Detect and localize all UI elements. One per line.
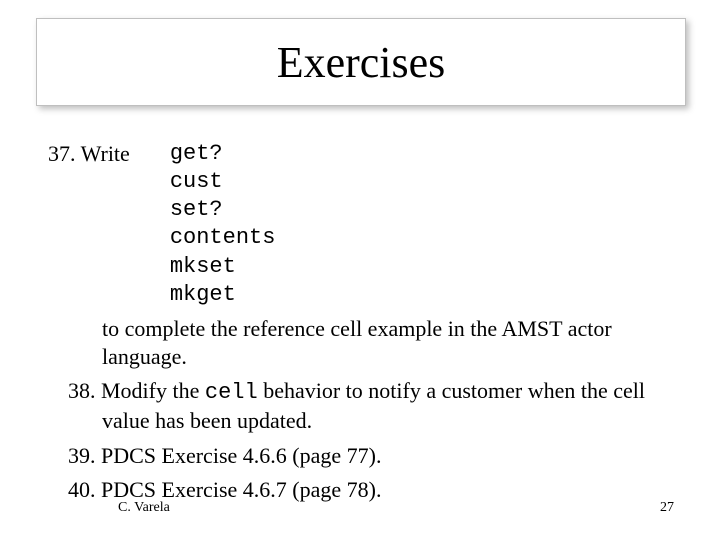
exercise-39: 39. PDCS Exercise 4.6.6 (page 77). [48,442,672,470]
exercise-37: 37. Write get? cust set? contents mkset … [48,140,672,309]
slide: Exercises 37. Write get? cust set? conte… [0,0,720,540]
footer-author: C. Varela [118,500,170,516]
slide-title: Exercises [277,37,446,88]
exercise-37-code: get? cust set? contents mkset mkget [170,140,276,309]
exercise-38-code: cell [205,380,258,405]
exercise-37-tail: to complete the reference cell example i… [48,315,672,371]
slide-body: 37. Write get? cust set? contents mkset … [48,140,672,504]
exercise-38: 38. Modify the cell behavior to notify a… [48,377,672,435]
exercise-38-pre: 38. Modify the [68,378,205,403]
exercise-37-lead: 37. Write [48,140,130,168]
title-box: Exercises [36,18,686,106]
footer-page-number: 27 [660,500,674,516]
